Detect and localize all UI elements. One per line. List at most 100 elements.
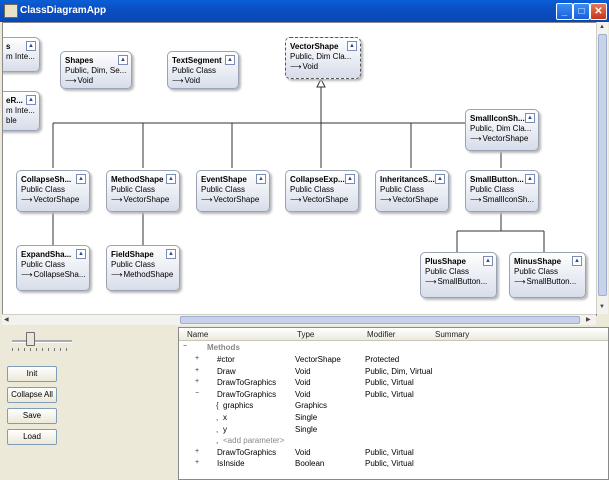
chevron-up-icon[interactable]: ▲ [166, 249, 176, 259]
column-header-modifier[interactable]: Modifier [367, 330, 395, 339]
table-row[interactable]: {graphics Graphics [179, 400, 608, 411]
chevron-up-icon[interactable]: ▲ [76, 249, 86, 259]
scroll-left-icon[interactable]: ◀ [4, 316, 9, 323]
chevron-up-icon[interactable]: ▲ [525, 113, 535, 123]
load-button[interactable]: Load [7, 429, 57, 445]
chevron-up-icon[interactable]: ▲ [256, 174, 266, 184]
class-base-name: CollapseSha... [33, 270, 86, 279]
partial-class-shape[interactable]: eR... m Inte... ble ▲ [3, 91, 40, 131]
maximize-button[interactable]: □ [573, 3, 590, 20]
table-row[interactable]: + Draw Void Public, Dim, Virtual [179, 366, 608, 377]
class-name: TextSegment [172, 56, 222, 65]
chevron-up-icon[interactable]: ▲ [225, 55, 235, 65]
member-type: VectorShape [295, 355, 341, 364]
class-modifiers: Public Class [380, 185, 425, 194]
table-row[interactable]: + DrawToGraphics Void Public, Virtual [179, 447, 608, 458]
collapse-icon[interactable]: − [195, 390, 201, 397]
param-glyph-icon: , [216, 424, 219, 434]
chevron-up-icon[interactable]: ▲ [26, 41, 36, 51]
member-type: Void [295, 378, 311, 388]
table-row[interactable]: + #ctor VectorShape Protected [179, 354, 608, 365]
chevron-up-icon[interactable]: ▲ [26, 95, 36, 105]
class-shape-expandshape[interactable]: ExpandSha... Public Class ⟶CollapseSha..… [16, 245, 90, 291]
chevron-up-icon[interactable]: ▲ [435, 174, 445, 184]
minimize-button[interactable]: _ [556, 3, 573, 20]
class-shape-methodshape[interactable]: MethodShape Public Class ⟶VectorShape ▲ [106, 170, 180, 212]
class-shape-vectorshape[interactable]: VectorShape Public, Dim Cla... ⟶Void ▲ [285, 37, 361, 79]
vertical-scroll-thumb[interactable] [598, 34, 607, 296]
expand-icon[interactable]: + [195, 378, 201, 385]
inherit-arrow-icon: ⟶ [111, 270, 123, 279]
class-base: ⟶VectorShape [21, 195, 87, 204]
class-shape-shapes[interactable]: Shapes Public, Dim, Se... ⟶Void ▲ [60, 51, 132, 89]
expand-icon[interactable]: + [195, 459, 201, 466]
class-base-name: VectorShape [213, 195, 260, 204]
table-row[interactable]: , y Single [179, 424, 608, 435]
class-base-name: SmallButton... [526, 277, 577, 286]
inherit-arrow-icon: ⟶ [470, 134, 482, 143]
class-shape-fieldshape[interactable]: FieldShape Public Class ⟶MethodShape ▲ [106, 245, 180, 291]
class-diagram-canvas[interactable]: s m Inte... ▲ eR... m Inte... ble ▲ Shap… [2, 22, 597, 316]
member-modifier: Public, Virtual [365, 389, 414, 399]
class-shape-smalliconshape[interactable]: SmallIconSh... Public, Dim Cla... ⟶Vecto… [465, 109, 539, 151]
column-header-summary[interactable]: Summary [435, 330, 469, 339]
table-row[interactable]: + DrawToGraphics Void Public, Virtual [179, 377, 608, 388]
chevron-up-icon[interactable]: ▲ [347, 41, 357, 51]
table-row[interactable]: , <add parameter> [179, 435, 608, 446]
class-shape-minusshape[interactable]: MinusShape Public Class ⟶SmallButton... … [509, 252, 586, 298]
expand-icon[interactable]: + [195, 355, 201, 362]
class-base: ⟶VectorShape [201, 195, 267, 204]
partial-class-shape[interactable]: s m Inte... ▲ [3, 37, 40, 72]
class-shape-plusshape[interactable]: PlusShape Public Class ⟶SmallButton... ▲ [420, 252, 497, 298]
class-shape-collapseshape[interactable]: CollapseSh... Public Class ⟶VectorShape … [16, 170, 90, 212]
chevron-up-icon[interactable]: ▲ [345, 174, 355, 184]
chevron-up-icon[interactable]: ▲ [166, 174, 176, 184]
scroll-up-icon[interactable]: ▲ [599, 24, 605, 30]
table-row[interactable]: + IsInside Boolean Public, Virtual [179, 458, 608, 469]
scroll-down-icon[interactable]: ▼ [599, 304, 605, 310]
class-shape-textsegment[interactable]: TextSegment Public Class ⟶Void ▲ [167, 51, 239, 89]
class-modifiers: Public Class [514, 267, 559, 276]
class-base-name: VectorShape [482, 134, 529, 143]
inherit-arrow-icon [316, 77, 326, 88]
chevron-up-icon[interactable]: ▲ [525, 174, 535, 184]
member-name: #ctor [217, 355, 235, 364]
class-shape-inheritance[interactable]: InheritanceS... Public Class ⟶VectorShap… [375, 170, 449, 212]
class-modifiers: Public, Dim Cla... [470, 124, 532, 133]
collapse-all-button[interactable]: Collapse All [7, 387, 57, 403]
scroll-right-icon[interactable]: ▶ [586, 316, 591, 323]
zoom-slider-thumb[interactable] [26, 332, 35, 346]
table-row[interactable]: , x Single [179, 412, 608, 423]
vertical-scrollbar[interactable]: ▲ ▼ [596, 22, 608, 314]
chevron-up-icon[interactable]: ▲ [483, 256, 493, 266]
close-button[interactable]: ✕ [590, 3, 607, 20]
init-button[interactable]: Init [7, 366, 57, 382]
class-base: ⟶CollapseSha... [21, 270, 87, 279]
class-name: MinusShape [514, 257, 562, 266]
expand-icon[interactable]: + [195, 448, 201, 455]
members-grid[interactable]: Name Type Modifier Summary − Methods + #c… [178, 327, 609, 480]
group-row[interactable]: − Methods [179, 342, 608, 353]
class-shape-eventshape[interactable]: EventShape Public Class ⟶VectorShape ▲ [196, 170, 270, 212]
zoom-slider-track[interactable] [12, 340, 72, 343]
table-row[interactable]: − DrawToGraphics Void Public, Virtual [179, 389, 608, 400]
column-header-name[interactable]: Name [187, 330, 208, 339]
horizontal-scrollbar[interactable]: ◀ ▶ [2, 314, 596, 325]
class-base: ⟶MethodShape [111, 270, 177, 279]
horizontal-scroll-thumb[interactable] [180, 316, 580, 324]
class-shape-collapseexp[interactable]: CollapseExp... Public Class ⟶VectorShape… [285, 170, 359, 212]
chevron-up-icon[interactable]: ▲ [572, 256, 582, 266]
class-base-name: Void [77, 76, 94, 85]
collapse-icon[interactable]: − [183, 343, 189, 350]
class-modifiers: Public Class [21, 260, 66, 269]
expand-icon[interactable]: + [195, 367, 201, 374]
chevron-up-icon[interactable]: ▲ [118, 55, 128, 65]
class-base: ⟶VectorShape [290, 195, 356, 204]
save-button[interactable]: Save [7, 408, 57, 424]
class-base: ⟶SmallIconSh... [470, 195, 536, 204]
chevron-up-icon[interactable]: ▲ [76, 174, 86, 184]
column-header-type[interactable]: Type [297, 330, 314, 339]
class-base: ⟶SmallButton... [425, 277, 494, 286]
class-shape-smallbutton[interactable]: SmallButton... Public Class ⟶SmallIconSh… [465, 170, 539, 212]
window-title: ClassDiagramApp [20, 5, 107, 16]
